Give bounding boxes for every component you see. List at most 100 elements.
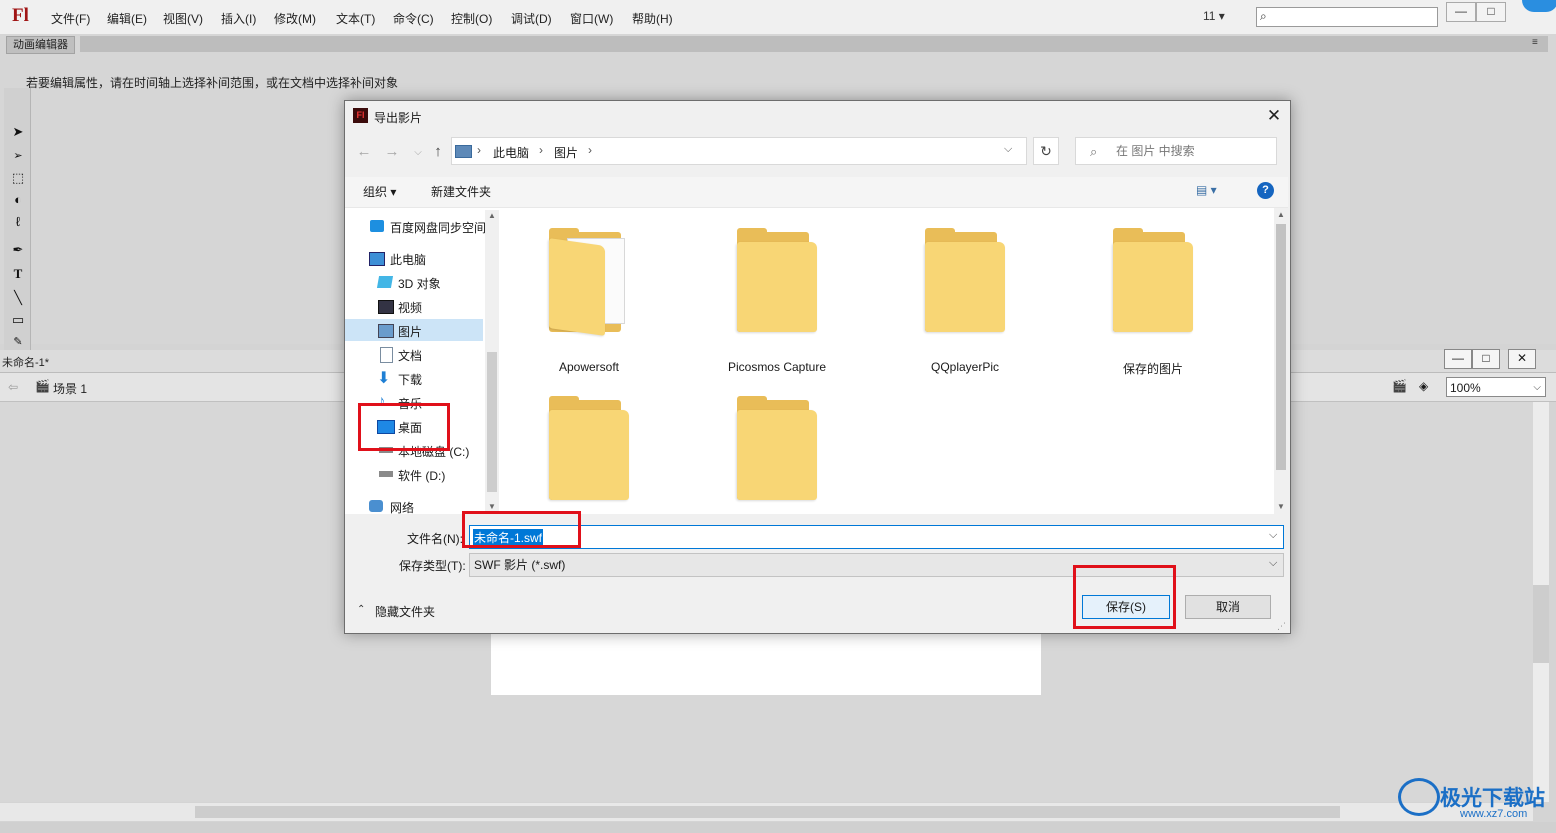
- lasso-tool-icon[interactable]: ℓ: [8, 212, 28, 232]
- chevron-down-icon[interactable]: ⌵: [1269, 529, 1277, 542]
- resize-grip-icon[interactable]: ⋰: [1277, 621, 1286, 632]
- zoom-select[interactable]: 100% ⌵: [1446, 377, 1546, 397]
- drive-icon: [379, 471, 393, 477]
- scroll-up-icon[interactable]: ▲: [488, 211, 496, 220]
- flash-logo: Fl: [12, 5, 29, 26]
- watermark-url: www.xz7.com: [1460, 808, 1528, 820]
- up-arrow-icon[interactable]: ↑: [429, 143, 447, 160]
- rectangle-tool-icon[interactable]: ▭: [8, 310, 28, 330]
- help-icon[interactable]: ?: [1257, 182, 1274, 199]
- folder-name: QQplayerPic: [930, 360, 1000, 374]
- chevron-down-icon[interactable]: ⌵: [1004, 143, 1012, 156]
- menu-text[interactable]: 文本(T): [336, 10, 375, 27]
- chevron-down-icon[interactable]: ⌵: [1269, 557, 1277, 570]
- menu-control[interactable]: 控制(O): [451, 10, 492, 27]
- panel-menu-icon[interactable]: ≡: [1532, 37, 1538, 48]
- menu-help[interactable]: 帮助(H): [632, 10, 673, 27]
- recent-chevron-icon[interactable]: ⌵: [409, 147, 427, 158]
- nav-item-baidu[interactable]: 百度网盘同步空间: [390, 219, 486, 236]
- menu-file[interactable]: 文件(F): [51, 10, 90, 27]
- scroll-down-icon[interactable]: ▼: [488, 502, 496, 511]
- menu-view[interactable]: 视图(V): [163, 10, 203, 27]
- change-view-button[interactable]: ▤ ▾: [1196, 183, 1217, 197]
- line-tool-icon[interactable]: ╲: [8, 288, 28, 308]
- folder-search-input[interactable]: 在 图片 中搜索: [1075, 137, 1277, 165]
- free-transform-tool-icon[interactable]: ⬚: [8, 168, 28, 188]
- annotation-box-save: [1073, 565, 1176, 629]
- nav-item-videos[interactable]: 视频: [398, 299, 422, 316]
- menu-debug[interactable]: 调试(D): [511, 10, 552, 27]
- forward-arrow-icon[interactable]: →: [383, 143, 401, 160]
- folder-icon: [925, 228, 1005, 332]
- chevron-up-icon[interactable]: ⌃: [357, 604, 365, 615]
- breadcrumb-this-pc[interactable]: 此电脑: [493, 144, 529, 161]
- text-tool-icon[interactable]: T: [8, 264, 28, 284]
- documents-icon: [380, 347, 393, 363]
- horizontal-scroll-thumb[interactable]: [195, 806, 1340, 818]
- tab-motion-editor[interactable]: 动画编辑器: [6, 36, 75, 54]
- help-search-input[interactable]: ⌕: [1256, 7, 1438, 27]
- edit-scene-icon[interactable]: 🎬: [1392, 379, 1407, 393]
- doc-close-button[interactable]: ✕: [1508, 349, 1536, 369]
- pen-tool-icon[interactable]: ✒: [8, 240, 28, 260]
- breadcrumb-pictures[interactable]: 图片: [554, 144, 578, 161]
- selection-tool-icon[interactable]: ➤: [8, 122, 28, 142]
- workspace-switcher[interactable]: 11 ▾: [1203, 9, 1225, 23]
- menu-insert[interactable]: 插入(I): [221, 10, 256, 27]
- subselection-tool-icon[interactable]: ➢: [8, 146, 28, 166]
- new-folder-button[interactable]: 新建文件夹: [431, 183, 491, 200]
- nav-scroll-thumb[interactable]: [487, 352, 497, 492]
- pictures-folder-icon: [455, 145, 472, 158]
- folder-name: Apowersoft: [558, 360, 620, 374]
- vertical-scroll-thumb[interactable]: [1533, 585, 1549, 663]
- refresh-button[interactable]: ↻: [1033, 137, 1059, 165]
- nav-item-downloads[interactable]: 下载: [398, 371, 422, 388]
- doc-restore-button[interactable]: □: [1472, 349, 1500, 369]
- nav-item-network[interactable]: 网络: [390, 499, 414, 516]
- computer-icon: [369, 252, 385, 266]
- notification-badge: [1522, 0, 1556, 12]
- menu-commands[interactable]: 命令(C): [393, 10, 434, 27]
- nav-item-3d-objects[interactable]: 3D 对象: [398, 275, 441, 292]
- back-arrow-icon[interactable]: ←: [355, 143, 373, 160]
- folder-icon: [737, 396, 817, 500]
- annotation-box-desktop: [358, 403, 450, 451]
- address-bar[interactable]: [451, 137, 1027, 165]
- nav-item-drive-d[interactable]: 软件 (D:): [398, 467, 445, 484]
- menu-window[interactable]: 窗口(W): [570, 10, 613, 27]
- nav-item-documents[interactable]: 文档: [398, 347, 422, 364]
- nav-item-this-pc[interactable]: 此电脑: [390, 251, 426, 268]
- baidu-cloud-icon: [370, 220, 384, 232]
- filename-input[interactable]: [469, 525, 1284, 549]
- folder-name: 保存的图片: [1122, 362, 1183, 376]
- breadcrumb-separator[interactable]: ›: [588, 143, 592, 157]
- 3d-rotation-tool-icon[interactable]: ◐: [8, 190, 28, 210]
- chevron-down-icon: ⌵: [1533, 382, 1541, 393]
- back-arrow-icon[interactable]: ⇦: [8, 380, 18, 394]
- organize-button[interactable]: 组织 ▾: [363, 183, 396, 200]
- panel-tab-strip: [80, 36, 1548, 52]
- pictures-icon: [378, 324, 394, 338]
- filetype-label: 保存类型(T):: [399, 559, 466, 573]
- search-icon: ⌕: [1090, 144, 1098, 159]
- doc-minimize-button[interactable]: —: [1444, 349, 1472, 369]
- breadcrumb-separator[interactable]: ›: [477, 143, 481, 157]
- scroll-down-icon[interactable]: ▼: [1277, 502, 1285, 511]
- nav-item-pictures[interactable]: 图片: [398, 323, 422, 340]
- tab-document[interactable]: 未命名-1*: [2, 354, 49, 370]
- app-minimize-button[interactable]: —: [1446, 2, 1476, 22]
- network-icon: [369, 500, 383, 512]
- dialog-close-button[interactable]: ✕: [1262, 105, 1286, 127]
- breadcrumb-separator[interactable]: ›: [539, 143, 543, 157]
- file-list-scroll-thumb[interactable]: [1276, 224, 1286, 470]
- scroll-up-icon[interactable]: ▲: [1277, 210, 1285, 219]
- cancel-button[interactable]: 取消: [1185, 595, 1271, 619]
- app-maximize-button[interactable]: □: [1476, 2, 1506, 22]
- annotation-box-filename: [462, 511, 581, 548]
- edit-symbols-icon[interactable]: ◈: [1419, 379, 1428, 393]
- hide-folders-toggle[interactable]: 隐藏文件夹: [375, 603, 435, 620]
- menu-edit[interactable]: 编辑(E): [107, 10, 147, 27]
- pencil-tool-icon[interactable]: ✎: [8, 332, 28, 352]
- scene-label[interactable]: 场景 1: [53, 380, 87, 397]
- menu-modify[interactable]: 修改(M): [274, 10, 316, 27]
